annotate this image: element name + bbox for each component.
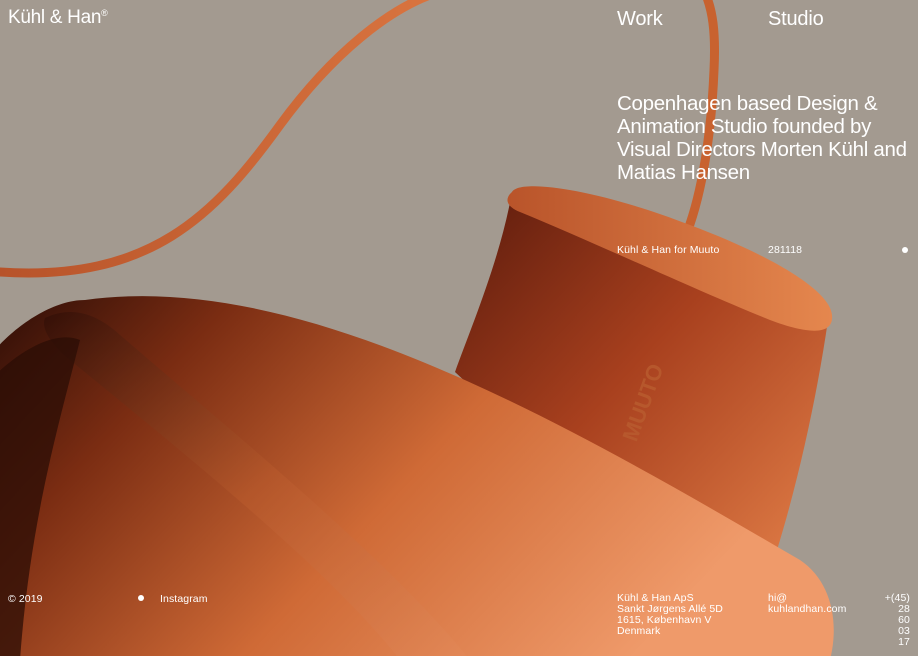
brand-name: Kühl & Han	[8, 7, 102, 28]
instagram-link[interactable]: Instagram	[160, 594, 208, 605]
bullet-dot	[138, 595, 144, 601]
email-link[interactable]: hi@ kuhlandhan.com	[768, 593, 846, 615]
address-block: Kühl & Han ApS Sankt Jørgens Allé 5D 161…	[617, 593, 723, 637]
email-domain: kuhlandhan.com	[768, 603, 847, 615]
slide-indicator-dot[interactable]	[902, 247, 908, 253]
lamp-cord	[0, 0, 430, 278]
project-code: 281118	[768, 244, 803, 256]
phone-number[interactable]: +(45) 28 60 03 17	[862, 593, 910, 648]
address-line: Denmark	[617, 625, 661, 637]
project-title[interactable]: Kühl & Han for Muuto	[617, 245, 719, 256]
phone-part: 17	[898, 636, 910, 648]
hero-stage: MUUTO Kühl & Han® Work Studio Copenhagen…	[0, 0, 918, 656]
registered-mark: ®	[101, 8, 108, 18]
studio-tagline: Copenhagen based Design & Animation Stud…	[617, 92, 907, 184]
brand-logo[interactable]: Kühl & Han®	[8, 7, 108, 29]
nav-studio-link[interactable]: Studio	[768, 8, 824, 31]
nav-work-link[interactable]: Work	[617, 8, 663, 31]
copyright: © 2019	[8, 593, 43, 605]
